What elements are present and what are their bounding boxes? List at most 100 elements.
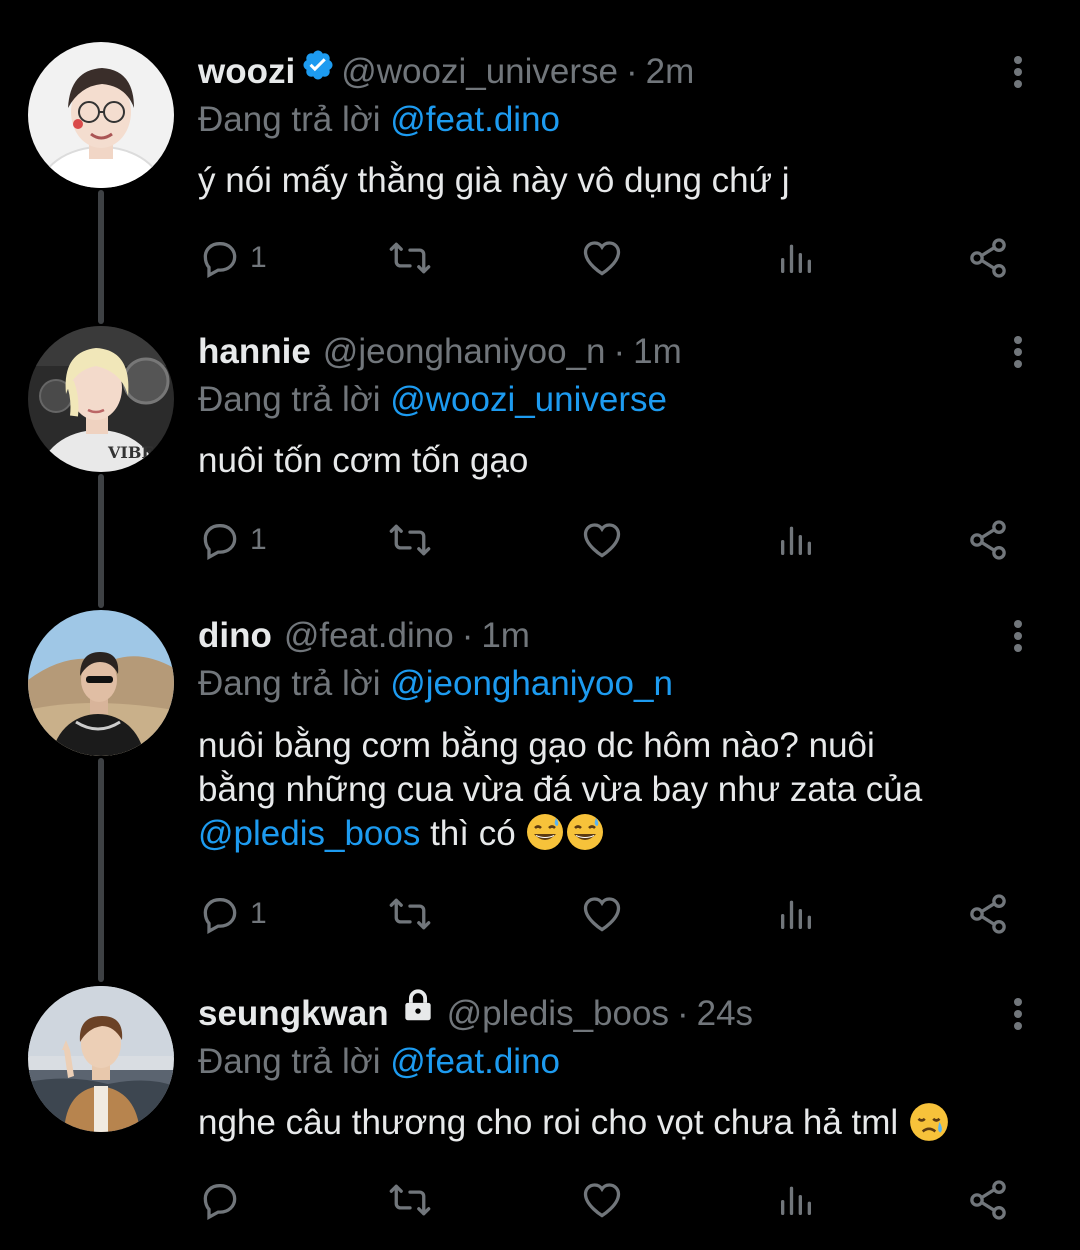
replying-prefix: Đang trả lời <box>198 380 381 419</box>
tweet[interactable]: woozi @woozi_universe · 2m Đang trả lời @fe… <box>0 40 1080 290</box>
mention-link[interactable]: @feat.dino <box>390 100 560 139</box>
action-bar <box>198 1170 1028 1230</box>
like-button[interactable] <box>580 510 624 570</box>
heart-icon <box>583 1183 621 1218</box>
heart-icon <box>583 897 621 932</box>
tweet-text: nuôi bằng cơm bằng gạo dc hôm nào? nuôi … <box>198 724 1040 856</box>
separator: · <box>613 332 626 371</box>
replying-to: Đang trả lời @jeonghaniyoo_n <box>198 660 1040 708</box>
tweet-text-line: @pledis_boos thì có <box>198 812 1040 856</box>
tweet-header: hannie @jeonghaniyoo_n · 1m <box>198 328 1040 376</box>
tweet-text-line: nuôi bằng cơm bằng gạo dc hôm nào? nuôi <box>198 726 875 765</box>
reply-button[interactable]: 1 <box>198 884 267 944</box>
separator: · <box>461 616 474 655</box>
retweet-button[interactable] <box>386 884 434 944</box>
replying-prefix: Đang trả lời <box>198 100 381 139</box>
handle[interactable]: @woozi_universe <box>341 52 618 91</box>
like-button[interactable] <box>580 1170 624 1230</box>
mention-link[interactable]: @jeonghaniyoo_n <box>390 664 673 703</box>
separator: · <box>676 994 689 1033</box>
analytics-button[interactable] <box>776 228 816 288</box>
analytics-button[interactable] <box>776 510 816 570</box>
mention-link[interactable]: @pledis_boos <box>198 814 420 853</box>
tweet-text-content: nghe câu thương cho roi cho vọt chưa hả … <box>198 1103 908 1142</box>
share-icon <box>970 1180 1006 1220</box>
display-name[interactable]: seungkwan <box>198 994 389 1033</box>
share-button[interactable] <box>966 1170 1010 1230</box>
replying-to: Đang trả lời @feat.dino <box>198 1038 1040 1086</box>
share-icon <box>970 894 1006 934</box>
retweet-button[interactable] <box>386 228 434 288</box>
timestamp[interactable]: 1m <box>481 616 530 655</box>
mention-link[interactable]: @woozi_universe <box>390 380 667 419</box>
reply-button[interactable]: 1 <box>198 510 267 570</box>
mention-link[interactable]: @feat.dino <box>390 1042 560 1081</box>
avatar-shirt-text: VIBE <box>107 443 154 462</box>
reply-button[interactable] <box>198 1170 250 1230</box>
retweet-icon <box>389 898 431 930</box>
tweet-text: nghe câu thương cho roi cho vọt chưa hả … <box>198 1100 1040 1146</box>
avatar[interactable] <box>28 610 174 756</box>
display-name[interactable]: dino <box>198 616 272 655</box>
share-button[interactable] <box>966 884 1010 944</box>
tweet-text: ý nói mấy thằng già này vô dụng chứ j <box>198 161 790 200</box>
tweet-header: dino @feat.dino · 1m <box>198 612 1040 660</box>
lock-icon <box>399 987 437 1038</box>
tweet-header: seungkwan @pledis_boos · 24s <box>198 987 1040 1038</box>
replying-prefix: Đang trả lời <box>198 664 381 703</box>
sweat-smile-emoji <box>565 812 605 852</box>
retweet-button[interactable] <box>386 1170 434 1230</box>
display-name[interactable]: hannie <box>198 332 311 371</box>
replying-prefix: Đang trả lời <box>198 1042 381 1081</box>
avatar[interactable]: VIBE <box>28 326 174 472</box>
separator: · <box>626 52 638 91</box>
analytics-icon <box>781 244 811 273</box>
tweet-text: nuôi tốn cơm tốn gạo <box>198 441 529 480</box>
more-options-icon[interactable] <box>1000 48 1036 96</box>
like-button[interactable] <box>580 228 624 288</box>
analytics-icon <box>781 900 811 929</box>
timestamp[interactable]: 2m <box>646 52 695 91</box>
retweet-icon <box>389 242 431 274</box>
share-button[interactable] <box>966 510 1010 570</box>
analytics-icon <box>781 1186 811 1215</box>
action-bar: 1 <box>198 510 1028 570</box>
handle[interactable]: @feat.dino <box>284 616 454 655</box>
reply-icon <box>203 242 237 279</box>
more-options-icon[interactable] <box>1000 990 1036 1038</box>
heart-icon <box>583 523 621 558</box>
like-button[interactable] <box>580 884 624 944</box>
analytics-button[interactable] <box>776 884 816 944</box>
analytics-icon <box>781 526 811 555</box>
retweet-icon <box>389 524 431 556</box>
more-options-icon[interactable] <box>1000 612 1036 660</box>
sad-sweat-emoji <box>908 1101 948 1141</box>
more-options-icon[interactable] <box>1000 328 1036 376</box>
display-name[interactable]: woozi <box>198 52 295 91</box>
retweet-icon <box>389 1184 431 1216</box>
tweet[interactable]: seungkwan @pledis_boos · 24s Đang trả lời @… <box>0 984 1080 1240</box>
tweet-text-line: bằng những cua vừa đá vừa bay như zata c… <box>198 770 923 809</box>
analytics-button[interactable] <box>776 1170 816 1230</box>
avatar[interactable] <box>28 986 174 1132</box>
action-bar: 1 <box>198 228 1028 288</box>
tweet-text-tail: thì có <box>420 814 526 853</box>
timestamp[interactable]: 1m <box>633 332 682 371</box>
share-button[interactable] <box>966 228 1010 288</box>
reply-count: 1 <box>250 897 267 930</box>
timestamp[interactable]: 24s <box>697 994 753 1033</box>
reply-icon <box>203 1184 237 1221</box>
share-icon <box>970 238 1006 278</box>
share-icon <box>970 520 1006 560</box>
reply-button[interactable]: 1 <box>198 228 267 288</box>
sweat-smile-emoji <box>525 812 565 852</box>
retweet-button[interactable] <box>386 510 434 570</box>
action-bar: 1 <box>198 884 1028 944</box>
handle[interactable]: @jeonghaniyoo_n <box>323 332 606 371</box>
tweet[interactable]: VIBE hannie @jeonghaniyoo_n · 1m Đang trả l… <box>0 324 1080 574</box>
reply-icon <box>203 898 237 935</box>
avatar[interactable] <box>28 42 174 188</box>
handle[interactable]: @pledis_boos <box>447 994 669 1033</box>
tweet-header: woozi @woozi_universe · 2m <box>198 48 1040 96</box>
tweet[interactable]: dino @feat.dino · 1m Đang trả lời @jeonghan… <box>0 608 1080 964</box>
